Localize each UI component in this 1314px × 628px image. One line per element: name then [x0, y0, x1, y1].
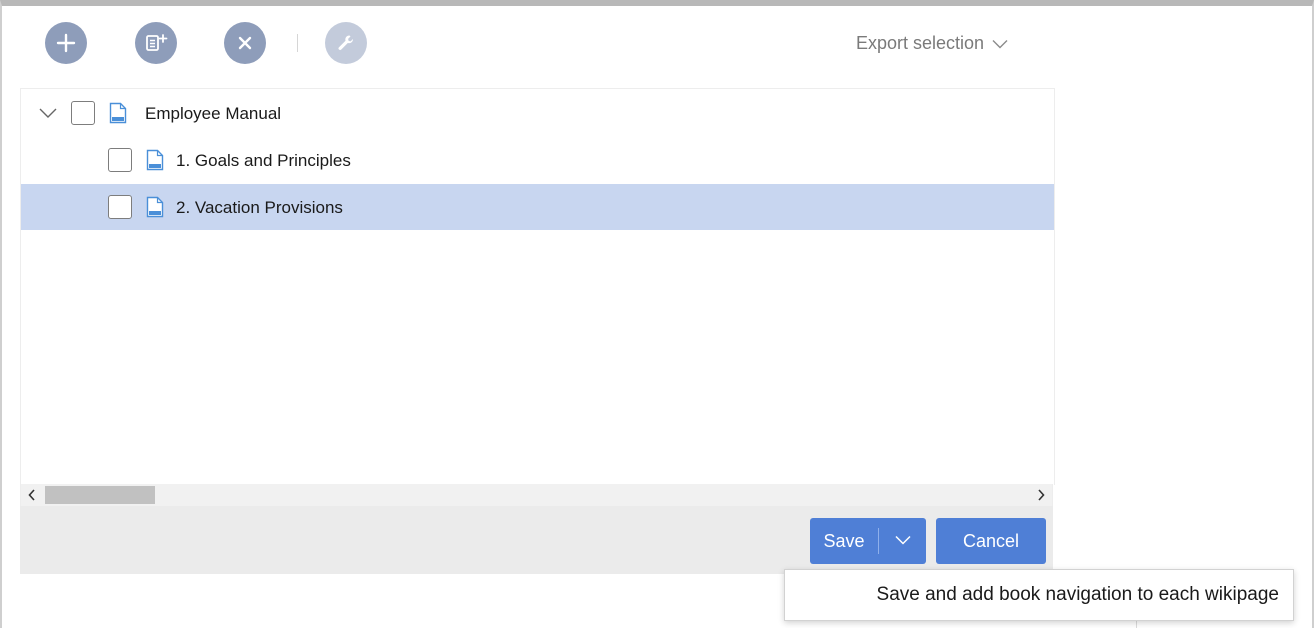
- tree-item-label: 2. Vacation Provisions: [176, 198, 343, 217]
- toolbar: Export selection: [0, 0, 1060, 86]
- plus-icon: [56, 33, 76, 53]
- close-icon: [237, 35, 253, 51]
- export-selection-dropdown[interactable]: Export selection: [856, 32, 1008, 54]
- document-icon: [146, 149, 164, 171]
- save-button[interactable]: Save: [810, 518, 878, 564]
- scrollbar-thumb[interactable]: [45, 486, 155, 504]
- add-subpage-button[interactable]: [135, 22, 177, 64]
- add-button[interactable]: [45, 22, 87, 64]
- chevron-down-icon: [992, 33, 1008, 54]
- save-split-button: Save: [810, 518, 926, 564]
- settings-button[interactable]: [325, 22, 367, 64]
- book-tree: Employee Manual 1. Goals and Principles …: [20, 88, 1055, 485]
- scroll-right-icon[interactable]: [1030, 484, 1052, 506]
- page-plus-icon: [144, 33, 168, 53]
- dialog-footer: Save Cancel: [20, 506, 1053, 574]
- menu-item-save-with-navigation[interactable]: Save and add book navigation to each wik…: [877, 584, 1279, 606]
- tree-item-label: Employee Manual: [145, 104, 282, 123]
- tree-row[interactable]: 2. Vacation Provisions: [21, 184, 1054, 230]
- tree-checkbox[interactable]: [71, 101, 95, 125]
- save-options-toggle[interactable]: [879, 518, 926, 564]
- tree-item-label: 1. Goals and Principles: [176, 151, 351, 170]
- remove-button[interactable]: [224, 22, 266, 64]
- tree-checkbox[interactable]: [108, 148, 132, 172]
- document-icon: [109, 102, 127, 124]
- export-selection-label: Export selection: [856, 32, 985, 53]
- horizontal-scrollbar[interactable]: [20, 484, 1053, 506]
- tree-row[interactable]: 1. Goals and Principles: [21, 137, 1054, 183]
- chevron-down-icon: [894, 532, 911, 550]
- toolbar-separator: [297, 34, 298, 52]
- wrench-icon: [336, 33, 356, 53]
- scroll-left-icon[interactable]: [21, 484, 43, 506]
- tree-checkbox[interactable]: [108, 195, 132, 219]
- document-icon: [146, 196, 164, 218]
- save-options-menu: Save and add book navigation to each wik…: [784, 569, 1294, 621]
- cancel-button[interactable]: Cancel: [936, 518, 1046, 564]
- tree-row[interactable]: Employee Manual: [21, 90, 1054, 136]
- chevron-down-icon[interactable]: [39, 104, 57, 122]
